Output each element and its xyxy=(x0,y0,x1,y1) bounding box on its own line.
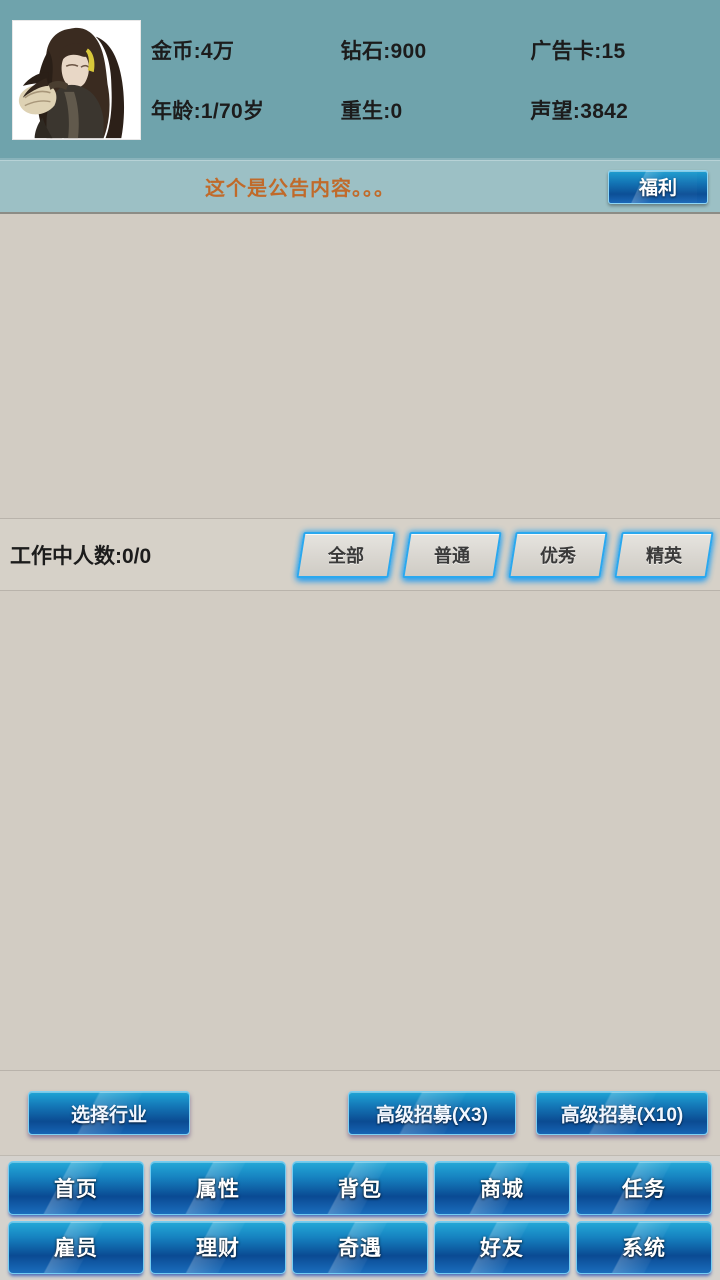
nav-item-attribute-label: 属性 xyxy=(196,1177,240,1201)
tab-good[interactable]: 优秀 xyxy=(508,531,608,578)
advanced-recruit-x10-label: 高级招募(X10) xyxy=(560,1104,684,1126)
select-industry-button[interactable]: 选择行业 xyxy=(28,1091,190,1135)
select-industry-label: 选择行业 xyxy=(70,1104,147,1126)
stat-rebirth: 重生:0 xyxy=(340,100,403,123)
nav-item-home-label: 首页 xyxy=(54,1177,98,1201)
stat-reputation: 声望:3842 xyxy=(530,100,629,123)
quality-filter-tabs: 全部 普通 优秀 精英 xyxy=(296,531,714,578)
welfare-button[interactable]: 福利 xyxy=(608,169,708,204)
nav-item-friends-label: 好友 xyxy=(480,1237,524,1261)
nav-item-friends[interactable]: 好友 xyxy=(434,1220,570,1274)
nav-item-shop-label: 商城 xyxy=(480,1177,524,1201)
nav-item-attribute[interactable]: 属性 xyxy=(150,1161,286,1215)
nav-item-backpack[interactable]: 背包 xyxy=(292,1161,428,1215)
stat-age: 年龄:1/70岁 xyxy=(151,100,265,123)
tab-all-label: 全部 xyxy=(328,545,364,566)
announcement-bar: 这个是公告内容。。。 福利 xyxy=(0,160,720,214)
stat-gold: 金币:4万 xyxy=(151,40,235,63)
player-header: 金币:4万 钻石:900 广告卡:15 年龄:1/70岁 重生:0 声望:384… xyxy=(0,0,720,160)
tab-normal-label: 普通 xyxy=(434,545,470,566)
advanced-recruit-x3-button[interactable]: 高级招募(X3) xyxy=(348,1091,516,1135)
tab-elite[interactable]: 精英 xyxy=(614,531,714,578)
character-portrait-icon xyxy=(13,21,140,139)
nav-item-employee[interactable]: 雇员 xyxy=(8,1220,144,1274)
nav-item-finance-label: 理财 xyxy=(196,1237,240,1261)
nav-item-system[interactable]: 系统 xyxy=(576,1220,712,1274)
action-bar: 选择行业 高级招募(X3) 高级招募(X10) xyxy=(0,1071,720,1155)
bottom-navigation: 首页 属性 背包 商城 任务 雇员 理财 奇遇 好友 系统 xyxy=(0,1155,720,1280)
nav-item-system-label: 系统 xyxy=(622,1237,666,1261)
stat-ad-card: 广告卡:15 xyxy=(530,40,626,63)
tab-elite-label: 精英 xyxy=(646,545,682,566)
tab-good-label: 优秀 xyxy=(540,545,576,566)
avatar[interactable] xyxy=(12,20,141,140)
game-screen: 金币:4万 钻石:900 广告卡:15 年龄:1/70岁 重生:0 声望:384… xyxy=(0,0,720,1280)
advanced-recruit-x3-label: 高级招募(X3) xyxy=(376,1104,488,1126)
working-employee-list[interactable] xyxy=(0,214,720,519)
advanced-recruit-x10-button[interactable]: 高级招募(X10) xyxy=(536,1091,708,1135)
tab-normal[interactable]: 普通 xyxy=(402,531,502,578)
nav-item-quest-label: 任务 xyxy=(622,1177,666,1201)
nav-item-shop[interactable]: 商城 xyxy=(434,1161,570,1215)
nav-item-quest[interactable]: 任务 xyxy=(576,1161,712,1215)
tab-all[interactable]: 全部 xyxy=(296,531,396,578)
stat-diamond: 钻石:900 xyxy=(340,40,427,63)
nav-item-adventure[interactable]: 奇遇 xyxy=(292,1220,428,1274)
nav-item-home[interactable]: 首页 xyxy=(8,1161,144,1215)
player-stats: 金币:4万 钻石:900 广告卡:15 年龄:1/70岁 重生:0 声望:384… xyxy=(141,20,720,140)
filter-bar: 工作中人数:0/0 全部 普通 优秀 精英 xyxy=(0,519,720,591)
nav-item-finance[interactable]: 理财 xyxy=(150,1220,286,1274)
welfare-button-label: 福利 xyxy=(638,178,677,199)
nav-item-employee-label: 雇员 xyxy=(54,1237,98,1261)
nav-item-adventure-label: 奇遇 xyxy=(338,1237,382,1261)
candidate-list[interactable] xyxy=(0,591,720,1071)
nav-item-backpack-label: 背包 xyxy=(338,1177,382,1201)
working-count-label: 工作中人数:0/0 xyxy=(10,544,152,568)
